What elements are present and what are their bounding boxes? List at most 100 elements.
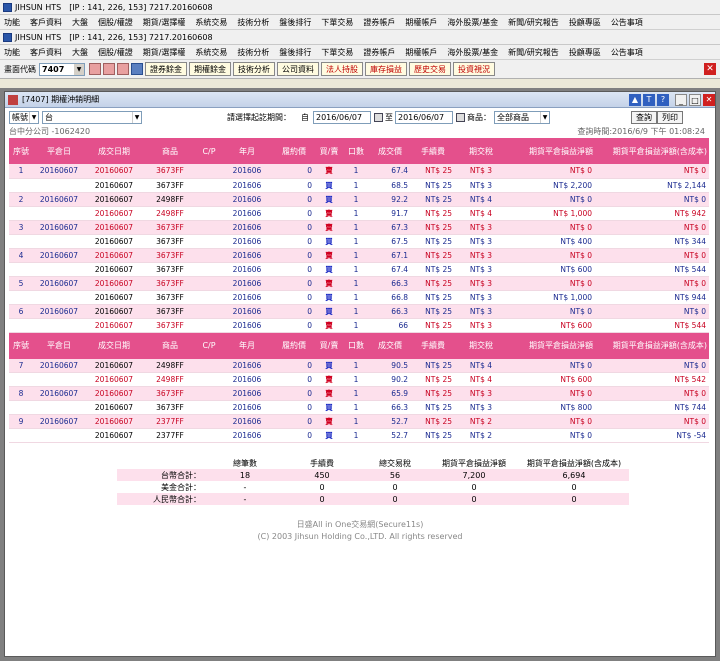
summary-cell: 0: [429, 493, 519, 505]
account-select[interactable]: 台 ▼: [42, 110, 142, 124]
table-row[interactable]: 5 20160607 20160607 3673FF 201606 0 賣 1 66.3 NT$ …: [9, 276, 709, 291]
menu-item[interactable]: 下單交易: [321, 17, 353, 28]
table-row[interactable]: 9 20160607 20160607 2377FF 201606 0 賣 1 52.7 NT$ …: [9, 414, 709, 429]
table-row[interactable]: 20160607 3673FF 201606 0 買 1 67.4 NT$ 25 NT$ 3 NT…: [9, 262, 709, 277]
branch-info: 台中分公司 -1062420: [9, 127, 91, 136]
menu-item[interactable]: 盤後排行: [279, 17, 311, 28]
table-cell: 3673FF: [143, 248, 197, 263]
table-cell: 52.7: [369, 414, 411, 429]
menu-item[interactable]: 證券帳戶: [363, 17, 395, 28]
toolbar-button[interactable]: 證券餘金: [145, 62, 187, 76]
menu-item[interactable]: 新聞/研究報告: [508, 17, 559, 28]
menu-item[interactable]: 投顧專區: [569, 47, 601, 58]
toolbar-button[interactable]: 公司資料: [277, 62, 319, 76]
table-row[interactable]: 7 20160607 20160607 2498FF 201606 0 買 1 90.5 NT$ …: [9, 358, 709, 373]
toolbar-button[interactable]: 技術分析: [233, 62, 275, 76]
table-cell: 0: [273, 358, 315, 373]
account-type-select[interactable]: 帳號 ▼: [9, 110, 39, 124]
code-input[interactable]: 7407 ▼: [39, 62, 85, 76]
filter-bar: 帳號 ▼ 台 ▼ 請選擇起訖期間： 自 2016/06/07 至 2016/06/0…: [5, 108, 715, 126]
minimize-icon[interactable]: _: [675, 93, 687, 106]
calendar-icon[interactable]: [456, 112, 465, 122]
table-cell: 買: [315, 262, 343, 277]
table-row[interactable]: 8 20160607 20160607 3673FF 201606 0 賣 1 65.9 NT$ …: [9, 386, 709, 401]
menu-item[interactable]: 客戶資料: [30, 17, 62, 28]
table-row[interactable]: 4 20160607 20160607 3673FF 201606 0 賣 1 67.1 NT$ …: [9, 248, 709, 263]
toolbar-button[interactable]: 歷史交易: [409, 62, 451, 76]
close-window-icon[interactable]: ✕: [703, 93, 715, 106]
table-row[interactable]: 3 20160607 20160607 3673FF 201606 0 賣 1 67.3 NT$ …: [9, 220, 709, 235]
menu-item[interactable]: 系統交易: [195, 17, 227, 28]
menu-item[interactable]: 技術分析: [237, 47, 269, 58]
help-icon[interactable]: ?: [657, 93, 669, 106]
date-from-input[interactable]: 2016/06/07: [313, 110, 371, 124]
menu-item[interactable]: 海外股票/基金: [447, 47, 498, 58]
table-cell: 0: [273, 206, 315, 221]
table-cell: 1: [343, 206, 369, 221]
menu-item[interactable]: 投顧專區: [569, 17, 601, 28]
menu-item[interactable]: 盤後排行: [279, 47, 311, 58]
menu-item[interactable]: 證券帳戶: [363, 47, 395, 58]
table-cell: NT$ 0: [495, 164, 595, 179]
toolbar-button[interactable]: 投資視況: [453, 62, 495, 76]
alert-icon[interactable]: [89, 63, 101, 75]
table-row[interactable]: 20160607 3673FF 201606 0 賣 1 66 NT$ 25 NT$ 3 NT$ …: [9, 318, 709, 333]
table-row[interactable]: 20160607 2377FF 201606 0 買 1 52.7 NT$ 25 NT$ 2 NT…: [9, 428, 709, 443]
toolbar-button[interactable]: 庫存損益: [365, 62, 407, 76]
menu-item[interactable]: 技術分析: [237, 17, 269, 28]
table-row[interactable]: 20160607 2498FF 201606 0 賣 1 91.7 NT$ 25 NT$ 4 NT…: [9, 206, 709, 221]
menu-item[interactable]: 期貨/選擇權: [143, 17, 186, 28]
menu-item[interactable]: 公告事項: [611, 47, 643, 58]
table-cell: 201606: [221, 318, 273, 333]
table-row[interactable]: 20160607 2498FF 201606 0 賣 1 90.2 NT$ 25 NT$ 4 NT…: [9, 372, 709, 387]
menu-item[interactable]: 期權帳戶: [405, 47, 437, 58]
text-icon[interactable]: T: [643, 93, 655, 106]
menu-item[interactable]: 系統交易: [195, 47, 227, 58]
menu-item[interactable]: 期貨/選擇權: [143, 47, 186, 58]
column-header: 平倉日: [33, 138, 85, 164]
table-cell: 20160607: [85, 276, 143, 291]
menu-item[interactable]: 下單交易: [321, 47, 353, 58]
menu-item[interactable]: 新聞/研究報告: [508, 47, 559, 58]
table-cell: 66.3: [369, 400, 411, 415]
maximize-icon[interactable]: □: [689, 93, 701, 106]
menu-item[interactable]: 公告事項: [611, 17, 643, 28]
table-row[interactable]: 20160607 3673FF 201606 0 買 1 66.3 NT$ 25 NT$ 3 NT…: [9, 400, 709, 415]
date-to-input[interactable]: 2016/06/07: [395, 110, 453, 124]
column-header: 手續費: [411, 138, 455, 164]
expand-icon[interactable]: [131, 63, 143, 75]
table-row[interactable]: 20160607 3673FF 201606 0 買 1 68.5 NT$ 25 NT$ 3 NT…: [9, 178, 709, 193]
chart-icon[interactable]: [117, 63, 129, 75]
table-cell: NT$ 0: [595, 276, 709, 291]
menu-item[interactable]: 客戶資料: [30, 47, 62, 58]
calendar-icon[interactable]: [374, 112, 383, 122]
close-icon[interactable]: ✕: [704, 63, 716, 75]
print-button[interactable]: 列印: [657, 110, 683, 124]
toolbar-button[interactable]: 法人持股: [321, 62, 363, 76]
table-cell: NT$ 0: [595, 220, 709, 235]
toolbar-button[interactable]: 期權餘金: [189, 62, 231, 76]
table-cell: NT$ 25: [411, 178, 455, 193]
table-row[interactable]: 2 20160607 20160607 2498FF 201606 0 買 1 92.2 NT$ …: [9, 192, 709, 207]
menu-item[interactable]: 功能: [4, 17, 20, 28]
table-cell: [197, 262, 221, 277]
menu-item[interactable]: 大盤: [72, 47, 88, 58]
query-button[interactable]: 查詢: [631, 110, 657, 124]
menu-item[interactable]: 大盤: [72, 17, 88, 28]
product-select[interactable]: 全部商品 ▼: [494, 110, 550, 124]
app-name-2: JIHSUN HTS: [15, 32, 62, 42]
table-row[interactable]: 20160607 3673FF 201606 0 買 1 66.8 NT$ 25 NT$ 3 NT…: [9, 290, 709, 305]
table-cell: NT$ 25: [411, 400, 455, 415]
table-row[interactable]: 1 20160607 20160607 3673FF 201606 0 賣 1 67.4 NT$ …: [9, 164, 709, 179]
folder-icon[interactable]: [103, 63, 115, 75]
up-icon[interactable]: ▲: [629, 93, 641, 106]
menu-item[interactable]: 期權帳戶: [405, 17, 437, 28]
menu-item[interactable]: 功能: [4, 47, 20, 58]
menu-item[interactable]: 個股/權證: [98, 47, 133, 58]
chevron-down-icon[interactable]: ▼: [74, 63, 84, 75]
menu-item[interactable]: 海外股票/基金: [447, 17, 498, 28]
table-row[interactable]: 6 20160607 20160607 3673FF 201606 0 買 1 66.3 NT$ …: [9, 304, 709, 319]
table-cell: NT$ 0: [495, 276, 595, 291]
menu-item[interactable]: 個股/權證: [98, 17, 133, 28]
table-row[interactable]: 20160607 3673FF 201606 0 買 1 67.5 NT$ 25 NT$ 3 NT…: [9, 234, 709, 249]
